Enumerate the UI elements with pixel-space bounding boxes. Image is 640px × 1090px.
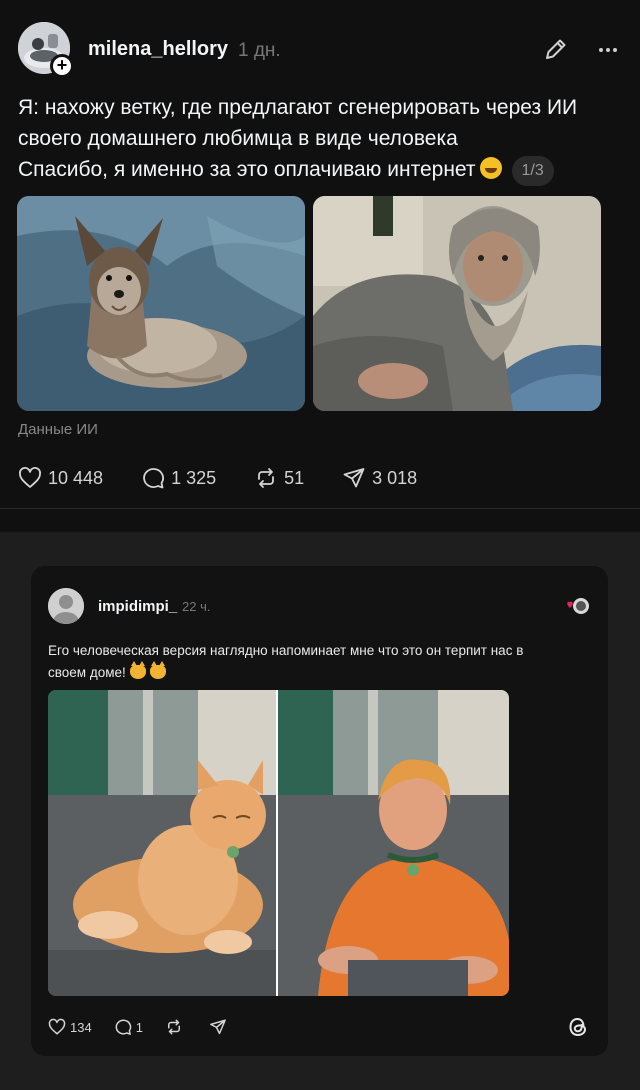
heart-icon [19, 467, 41, 488]
post-text-line: Спасибо, я именно за это оплачиваю интер… [18, 158, 476, 181]
post-actions: 10 448 1 325 51 3 018 [18, 464, 455, 492]
post-text-line: своего домашнего любимца в виде человека [18, 127, 458, 150]
embedded-actions: 134 1 [48, 1016, 253, 1038]
comment-icon [143, 468, 165, 489]
default-avatar-icon [48, 588, 84, 624]
comment-icon [115, 1019, 132, 1035]
share-icon [343, 468, 365, 488]
post: + milena_hellory 1 дн. Я: нахожу ветку, … [0, 0, 640, 532]
follow-plus-icon[interactable]: + [50, 54, 74, 78]
post-text-line: Я: нахожу ветку, где предлагают сгенерир… [18, 96, 578, 119]
more-icon[interactable] [596, 38, 620, 62]
share-button[interactable]: 3 018 [342, 466, 417, 490]
embedded-text-line-last: своем доме! [48, 661, 598, 684]
embedded-post-card[interactable]: impidimpi_ 22 ч. Его человеческая версия… [31, 566, 608, 1056]
embedded-author-avatar[interactable] [48, 588, 84, 624]
author-username[interactable]: milena_hellory [88, 38, 228, 61]
embedded-comment-count: 1 [135, 1019, 143, 1035]
repost-icon [258, 468, 275, 488]
comment-count: 1 325 [171, 467, 217, 488]
share-count: 3 018 [372, 467, 418, 488]
author-avatar[interactable]: + [18, 22, 74, 78]
edit-icon[interactable] [543, 36, 569, 62]
ai-info-label[interactable]: Данные ИИ [18, 421, 98, 438]
embedded-text-line: Его человеческая версия наглядно напомин… [48, 643, 524, 658]
page-counter: 1/3 [511, 156, 554, 186]
man-photo[interactable] [313, 196, 601, 411]
laughing-emoji-icon [479, 157, 502, 179]
repost-button[interactable]: 51 [254, 466, 304, 490]
embedded-share-button[interactable] [209, 1018, 231, 1036]
cat-emoji-icon [149, 661, 166, 679]
embedded-username[interactable]: impidimpi_ [98, 598, 177, 615]
repost-count: 51 [284, 467, 305, 488]
post-text-line-last: Спасибо, я именно за это оплачиваю интер… [18, 154, 618, 186]
comment-button[interactable]: 1 325 [141, 466, 216, 490]
embedded-comment-button[interactable]: 1 [114, 1018, 143, 1036]
heart-icon [48, 1018, 66, 1035]
post-time: 1 дн. [238, 40, 281, 61]
cat-and-man-photo[interactable] [48, 690, 509, 996]
cat-emoji-icon [129, 661, 146, 679]
share-icon [210, 1019, 226, 1035]
like-button[interactable]: 10 448 [18, 466, 103, 490]
embedded-time: 22 ч. [182, 599, 211, 614]
like-count: 10 448 [48, 467, 104, 488]
avatar-badge-icon [567, 598, 589, 614]
embedded-text: Его человеческая версия наглядно напомин… [48, 640, 598, 684]
divider [0, 508, 640, 509]
threads-logo-icon[interactable] [565, 1014, 591, 1040]
embedded-like-count: 134 [70, 1019, 92, 1035]
repost-icon [167, 1019, 180, 1035]
dog-photo[interactable] [17, 196, 305, 411]
embedded-repost-button[interactable] [165, 1018, 187, 1036]
embedded-like-button[interactable]: 134 [48, 1018, 92, 1036]
embedded-text-line: своем доме! [48, 665, 126, 680]
post-text: Я: нахожу ветку, где предлагают сгенерир… [18, 92, 618, 186]
